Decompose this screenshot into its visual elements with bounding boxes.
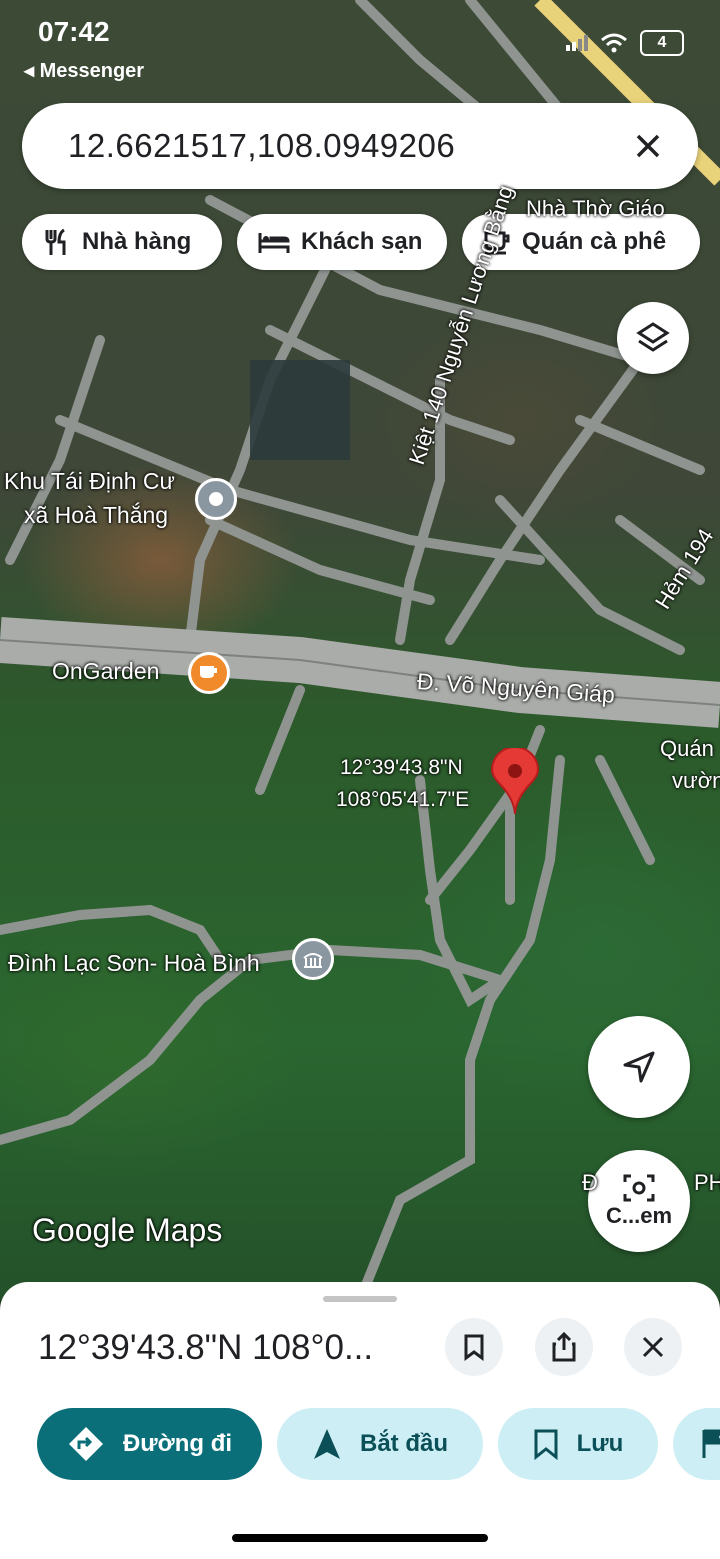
directions-label: Đường đi	[122, 1430, 233, 1457]
place-title: 12°39'43.8"N 108°0...	[38, 1328, 374, 1367]
chip-restaurants[interactable]: Nhà hàng	[22, 214, 222, 270]
bookmark-icon	[534, 1429, 558, 1460]
status-time: 07:42	[38, 16, 110, 47]
save-icon-button[interactable]	[445, 1318, 503, 1376]
more-action-button[interactable]	[673, 1408, 720, 1480]
status-icons: 4	[566, 30, 684, 56]
start-button[interactable]: Bắt đầu	[277, 1408, 483, 1480]
location-pin-icon[interactable]	[490, 748, 540, 816]
search-input[interactable]: 12.6621517,108.0949206	[68, 127, 618, 165]
battery-icon: 4	[640, 30, 684, 56]
place-pin-icon[interactable]	[195, 478, 237, 520]
search-bar[interactable]: 12.6621517,108.0949206	[22, 103, 698, 189]
share-button[interactable]	[535, 1318, 593, 1376]
chip-label: Nhà hàng	[82, 228, 192, 255]
chip-hotels[interactable]: Khách sạn	[237, 214, 447, 270]
chip-label: Khách sạn	[301, 228, 423, 255]
close-icon	[636, 134, 660, 158]
layers-icon	[636, 322, 670, 352]
wifi-icon	[601, 33, 627, 53]
directions-button[interactable]: Đường đi	[37, 1408, 262, 1480]
camera-label: C...em	[605, 1203, 673, 1228]
map-view[interactable]: 07:42 ◂ Messenger 4 12.6621517,108.09492…	[0, 0, 720, 1300]
temple-pin-icon[interactable]	[292, 938, 334, 980]
label-quan-line2[interactable]: vườn	[672, 768, 720, 794]
camera-icon	[623, 1174, 655, 1202]
navigation-arrow-icon	[623, 1051, 655, 1083]
label-ph: PH	[694, 1170, 720, 1195]
camera-search-button[interactable]: C...em	[588, 1150, 690, 1252]
close-icon	[642, 1336, 664, 1358]
signal-icon	[566, 35, 588, 51]
label-resettlement-line1[interactable]: Khu Tái Định Cư	[4, 468, 175, 495]
pin-coord-lat: 12°39'43.8"N	[340, 756, 463, 779]
flag-icon	[702, 1429, 720, 1458]
label-d: Đ	[582, 1170, 598, 1195]
navigation-icon	[313, 1429, 340, 1459]
temple-icon	[303, 953, 323, 968]
back-to-messenger[interactable]: ◂ Messenger	[24, 58, 144, 83]
my-location-button[interactable]	[588, 1016, 690, 1118]
pin-coord-lng: 108°05'41.7"E	[336, 788, 470, 811]
label-dinh-lac-son[interactable]: Đình Lạc Sơn- Hoà Bình	[8, 950, 260, 977]
cafe-pin-icon[interactable]	[188, 652, 230, 694]
clear-search-button[interactable]	[618, 116, 678, 176]
bookmark-icon	[464, 1334, 484, 1361]
layers-button[interactable]	[617, 302, 689, 374]
drag-handle[interactable]	[323, 1296, 397, 1302]
label-church[interactable]: Nhà Thờ Giáo	[526, 196, 665, 222]
share-icon	[552, 1332, 576, 1362]
label-resettlement-line2[interactable]: xã Hoà Thắng	[24, 502, 168, 529]
coffee-icon	[200, 666, 217, 678]
chip-label: Quán cà phê	[522, 228, 667, 255]
label-quan-line1[interactable]: Quán	[660, 736, 714, 762]
start-label: Bắt đầu	[359, 1430, 448, 1457]
label-ongarden[interactable]: OnGarden	[52, 658, 159, 685]
hotel-icon	[258, 233, 290, 253]
google-maps-logo: Google Maps	[32, 1212, 223, 1248]
save-label: Lưu	[576, 1430, 624, 1457]
home-indicator	[232, 1534, 488, 1542]
restaurant-icon	[45, 228, 66, 255]
save-button[interactable]: Lưu	[498, 1408, 658, 1480]
directions-icon	[68, 1427, 103, 1461]
close-sheet-button[interactable]	[624, 1318, 682, 1376]
place-sheet[interactable]: 12°39'43.8"N 108°0... Đường đi Bắt đầu L…	[0, 1282, 720, 1559]
